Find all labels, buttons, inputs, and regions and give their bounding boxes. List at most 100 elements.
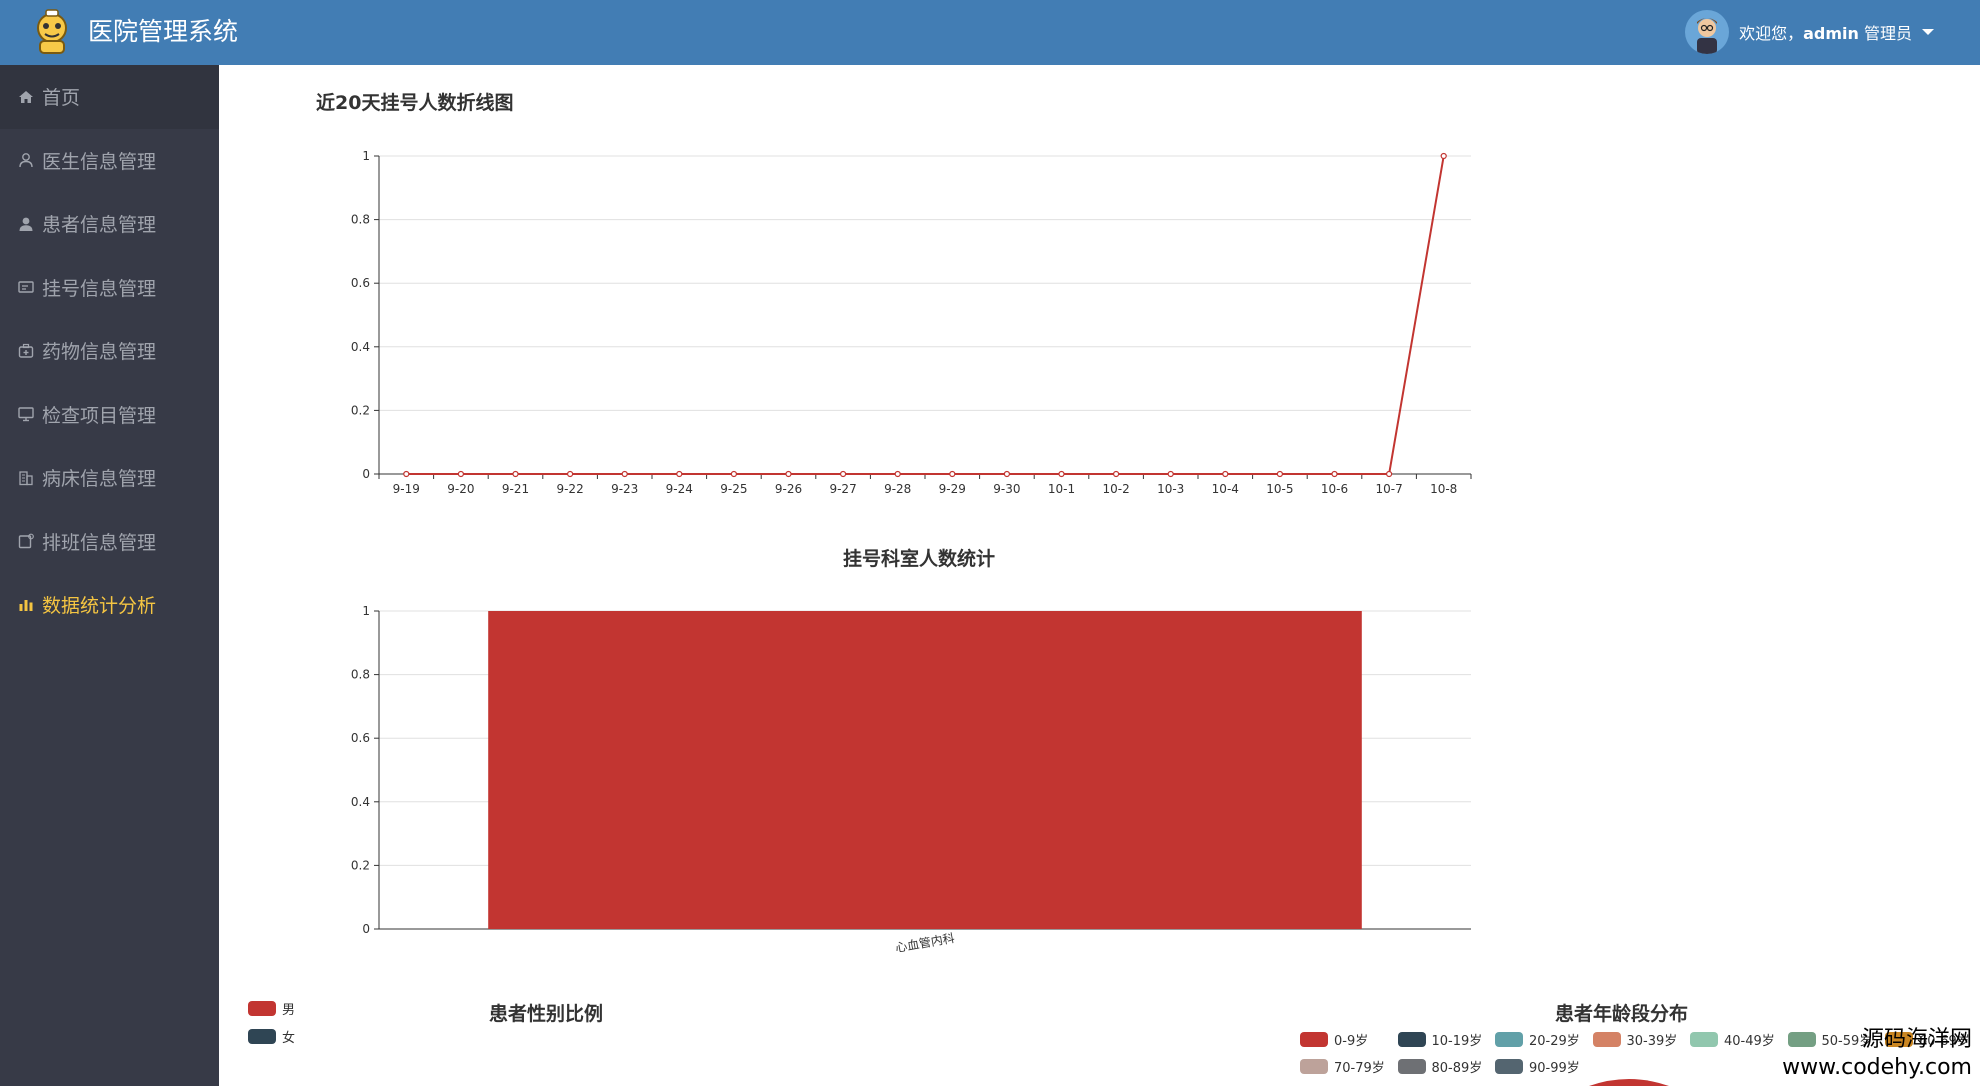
data-point <box>1058 470 1065 478</box>
legend-item-age[interactable]: 30-39岁 <box>1592 1030 1677 1049</box>
x-tick-label: 10-7 <box>1375 482 1402 495</box>
user-menu[interactable]: 欢迎您，admin 管理员 <box>1685 8 1934 56</box>
sidebar-item-label: 挂号信息管理 <box>42 277 157 300</box>
sidebar-item-statistics[interactable]: 数据统计分析 <box>0 573 219 637</box>
data-point <box>839 470 847 478</box>
x-tick-label: 10-2 <box>1102 482 1129 495</box>
line-chart: 0 0.2 0.4 0.6 0.8 1 9-19 9-20 9-21 9-22 9-23 9-24 9-… <box>351 149 1472 495</box>
medicine-box-icon <box>16 341 36 361</box>
building-icon <box>16 468 36 488</box>
x-tick-label: 9-19 <box>393 482 420 495</box>
home-icon <box>16 87 36 107</box>
y-tick-label: 0.6 <box>351 731 370 745</box>
legend-swatch <box>1300 1059 1328 1074</box>
monitor-icon <box>16 404 36 424</box>
legend-swatch <box>1495 1032 1523 1047</box>
sidebar: 首页 医生信息管理 患者信息管理 挂号信息管理 药物信息管理 检查项目管理 病床… <box>0 65 219 1086</box>
data-point <box>1385 470 1393 478</box>
x-tick-label: 9-30 <box>993 482 1020 495</box>
data-point <box>676 470 683 478</box>
y-tick-label: 0.8 <box>351 213 370 227</box>
data-point <box>1167 470 1174 478</box>
sidebar-item-label: 排班信息管理 <box>42 531 157 554</box>
x-tick-label: 10-3 <box>1157 482 1184 495</box>
gender-pie-title: 患者性别比例 <box>489 1003 604 1025</box>
legend-item-female[interactable]: 女 <box>248 1027 295 1046</box>
sidebar-item-schedule[interactable]: 排班信息管理 <box>0 510 219 574</box>
app-title: 医院管理系统 <box>88 17 239 46</box>
x-tick-label: 10-8 <box>1430 482 1457 495</box>
legend-swatch <box>248 1029 276 1044</box>
sidebar-item-label: 医生信息管理 <box>42 150 157 173</box>
legend-item-age[interactable]: 0-9岁 <box>1300 1030 1368 1049</box>
chevron-down-icon[interactable] <box>1922 29 1934 35</box>
legend-item-age[interactable]: 90-99岁 <box>1495 1057 1580 1076</box>
legend-label: 80-89岁 <box>1431 1061 1483 1076</box>
x-tick-label: 9-25 <box>720 482 747 495</box>
data-point <box>1276 470 1284 478</box>
welcome-text: 欢迎您，admin 管理员 <box>1739 24 1912 43</box>
data-point <box>1331 470 1338 478</box>
legend-item-age[interactable]: 20-29岁 <box>1495 1030 1580 1049</box>
sidebar-item-beds[interactable]: 病床信息管理 <box>0 446 219 510</box>
legend-label: 90-99岁 <box>1529 1061 1580 1076</box>
sidebar-item-label: 首页 <box>42 87 81 110</box>
logo-icon <box>30 8 74 56</box>
legend-swatch <box>1300 1032 1328 1047</box>
sidebar-item-patients[interactable]: 患者信息管理 <box>0 192 219 256</box>
data-point <box>567 470 574 478</box>
sidebar-item-label: 检查项目管理 <box>42 404 157 427</box>
legend-label: 0-9岁 <box>1334 1034 1369 1049</box>
legend-item-age[interactable]: 10-19岁 <box>1397 1030 1483 1049</box>
data-point <box>457 470 464 478</box>
data-point <box>1440 152 1447 160</box>
sidebar-item-exams[interactable]: 检查项目管理 <box>0 383 219 447</box>
sidebar-item-medicine[interactable]: 药物信息管理 <box>0 319 219 383</box>
username: admin <box>1803 24 1859 43</box>
top-header: 医院管理系统 欢迎您，admin 管理员 <box>0 0 1980 65</box>
legend-item-age[interactable]: 80-89岁 <box>1397 1057 1483 1076</box>
y-tick-label: 0.2 <box>351 858 370 872</box>
sidebar-item-home[interactable]: 首页 <box>0 65 219 129</box>
legend-item-age[interactable]: 40-49岁 <box>1690 1030 1775 1049</box>
id-card-icon <box>16 277 36 297</box>
legend-label: 男 <box>282 1003 296 1018</box>
y-tick-label: 0.4 <box>351 795 370 809</box>
x-tick-label: 9-26 <box>775 482 802 495</box>
bar-chart-icon <box>16 595 36 615</box>
x-tick-label: 9-23 <box>611 482 638 495</box>
legend-swatch <box>1397 1059 1426 1074</box>
x-tick-label: 9-22 <box>556 482 583 495</box>
x-tick-label: 9-24 <box>666 482 693 495</box>
bar-chart: 0 0.2 0.4 0.6 0.8 1 心血管内科 <box>351 604 1471 955</box>
y-tick-label: 1 <box>362 604 370 618</box>
x-tick-label: 心血管内科 <box>894 930 956 955</box>
sidebar-item-label: 数据统计分析 <box>42 595 157 618</box>
age-pie-title: 患者年龄段分布 <box>1555 1003 1689 1025</box>
x-tick-label: 9-29 <box>939 482 966 495</box>
avatar[interactable] <box>1685 10 1730 54</box>
y-tick-label: 0 <box>362 922 370 936</box>
legend-swatch <box>1690 1032 1718 1047</box>
y-tick-label: 0.6 <box>351 276 370 290</box>
legend-label: 70-79岁 <box>1334 1061 1385 1076</box>
x-tick-label: 10-4 <box>1212 482 1239 495</box>
legend-item-age[interactable]: 70-79岁 <box>1300 1057 1385 1076</box>
x-tick-label: 10-1 <box>1048 482 1075 495</box>
sidebar-item-registration[interactable]: 挂号信息管理 <box>0 256 219 320</box>
user-icon <box>16 214 36 234</box>
x-tick-label: 9-20 <box>447 482 474 495</box>
data-point <box>403 470 410 478</box>
x-tick-label: 10-6 <box>1321 482 1348 495</box>
data-point <box>1112 470 1120 478</box>
sidebar-item-doctors[interactable]: 医生信息管理 <box>0 129 219 193</box>
legend-swatch <box>248 1001 276 1016</box>
data-point <box>949 470 956 478</box>
x-tick-label: 9-28 <box>884 482 911 495</box>
y-tick-label: 0 <box>362 467 370 481</box>
legend-item-male[interactable]: 男 <box>248 999 295 1018</box>
legend-label: 10-19岁 <box>1431 1034 1483 1049</box>
data-point <box>1003 470 1011 478</box>
x-tick-label: 9-27 <box>829 482 856 495</box>
watermark-line1: 源码海洋网 <box>1861 1027 1972 1052</box>
